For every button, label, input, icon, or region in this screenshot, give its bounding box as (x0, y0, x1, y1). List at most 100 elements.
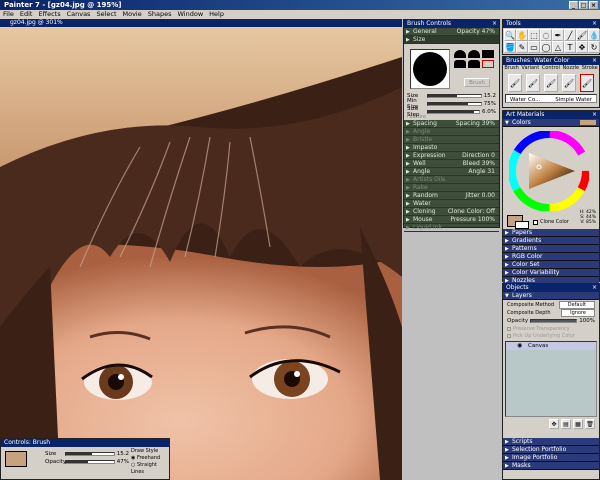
dab-shape-button[interactable] (454, 50, 466, 58)
section-scripts[interactable]: Scripts (503, 438, 599, 446)
bucket-icon[interactable]: 🪣 (504, 41, 516, 53)
layer-adjust-icon[interactable]: ✥ (576, 41, 588, 53)
section-papers[interactable]: Papers (503, 229, 599, 237)
pick-up-checkbox[interactable] (507, 333, 511, 338)
preserve-checkbox[interactable] (507, 326, 511, 331)
close-icon[interactable]: × (492, 20, 497, 28)
section-liquid-ink[interactable]: Liquid Ink (404, 224, 499, 232)
dab-shape-button[interactable] (468, 60, 480, 68)
section-water[interactable]: Water (404, 200, 499, 208)
brush-category[interactable]: Water Co... (510, 97, 540, 103)
tab-stroke[interactable]: Stroke (582, 65, 598, 72)
section-gradients[interactable]: Gradients (503, 237, 599, 245)
close-icon[interactable]: × (592, 57, 597, 65)
close-icon[interactable]: × (592, 20, 597, 28)
layer-row-canvas[interactable]: ◉ Canvas (506, 342, 596, 350)
brush-icon[interactable]: 🖌 (562, 74, 576, 92)
shape-icon[interactable]: △ (552, 41, 564, 53)
tab-variant[interactable]: Variant (521, 65, 539, 72)
oval-select-icon[interactable]: ◯ (540, 41, 552, 53)
min-size-track[interactable] (427, 102, 482, 106)
section-image-portfolio[interactable]: Image Portfolio (503, 454, 599, 462)
section-cloning[interactable]: Cloning Clone Color: Off (404, 208, 499, 216)
section-mouse[interactable]: Mouse Pressure 100% (404, 216, 499, 224)
size-step-track[interactable] (427, 110, 481, 114)
section-spacing[interactable]: Spacing Spacing 39% (404, 120, 499, 128)
section-layers[interactable]: Layers (503, 292, 599, 300)
freehand-option[interactable]: ◉ Freehand (131, 455, 169, 462)
section-masks[interactable]: Masks (503, 462, 599, 470)
menu-canvas[interactable]: Canvas (67, 10, 91, 19)
rect-select-icon[interactable]: ▭ (528, 41, 540, 53)
menu-select[interactable]: Select (96, 10, 116, 19)
brush-icon[interactable]: 🖌 (576, 29, 588, 41)
section-expression[interactable]: Expression Direction 0 (404, 152, 499, 160)
tab-control[interactable]: Control (542, 65, 560, 72)
dab-shape-button[interactable] (482, 60, 494, 68)
menu-edit[interactable]: Edit (20, 10, 33, 19)
section-impasto[interactable]: Impasto (404, 144, 499, 152)
menu-window[interactable]: Window (178, 10, 204, 19)
eraser-icon[interactable]: ✎ (516, 41, 528, 53)
controls-size-track[interactable] (65, 452, 115, 456)
hand-icon[interactable]: ✋ (516, 29, 528, 41)
section-well[interactable]: Well Bleed 39% (404, 160, 499, 168)
section-angle[interactable]: Angle (404, 128, 499, 136)
section-rake[interactable]: Rake (404, 184, 499, 192)
section-selection-portfolio[interactable]: Selection Portfolio (503, 446, 599, 454)
controls-size-slider[interactable]: Size 15.2 (45, 450, 129, 458)
menu-effects[interactable]: Effects (38, 10, 60, 19)
dynamic-layer-icon[interactable]: ▦ (573, 419, 583, 429)
eye-icon[interactable]: ◉ (517, 342, 522, 350)
controls-opacity-slider[interactable]: Opacity 47% (45, 458, 129, 466)
menu-shapes[interactable]: Shapes (148, 10, 172, 19)
clone-color-checkbox[interactable] (533, 219, 538, 225)
trash-icon[interactable]: 🗑 (585, 419, 595, 429)
dab-shape-button[interactable] (468, 50, 480, 58)
section-random[interactable]: Random Jitter 0.00 (404, 192, 499, 200)
close-icon[interactable]: × (592, 111, 597, 119)
menu-file[interactable]: File (3, 10, 14, 19)
menu-help[interactable]: Help (209, 10, 224, 19)
lasso-icon[interactable]: ◌ (540, 29, 552, 41)
tab-nozzle[interactable]: Nozzle (563, 65, 580, 72)
section-rgb-color[interactable]: RGB Color (503, 253, 599, 261)
controls-primary-color[interactable] (5, 451, 27, 467)
straight-lines-option[interactable]: ○ Straight Lines (131, 462, 169, 476)
brush-icon[interactable]: 🖌 (526, 74, 540, 92)
brush-icon[interactable]: 🖌 (508, 74, 522, 92)
rotate-icon[interactable]: ↻ (588, 41, 600, 53)
close-button[interactable]: × (589, 1, 598, 9)
tab-brush[interactable]: Brush (504, 65, 518, 72)
crop-icon[interactable]: ⬚ (528, 29, 540, 41)
brush-button[interactable]: Brush (464, 78, 490, 87)
composite-depth-select[interactable]: Ignore (561, 309, 595, 317)
text-icon[interactable]: T (564, 41, 576, 53)
size-step-slider[interactable]: Size Step 6.0% (404, 106, 499, 118)
brush-icon[interactable]: 🖌 (544, 74, 558, 92)
maximize-button[interactable]: □ (579, 1, 588, 9)
new-layer-icon[interactable]: ▤ (561, 419, 571, 429)
close-icon[interactable]: × (592, 284, 597, 292)
section-color-variability[interactable]: Color Variability (503, 269, 599, 277)
layer-opacity-track[interactable] (530, 319, 578, 323)
dab-shape-button[interactable] (454, 60, 466, 68)
section-color-set[interactable]: Color Set (503, 261, 599, 269)
dropper-icon[interactable]: 💧 (588, 29, 600, 41)
dab-shape-button[interactable] (482, 50, 494, 58)
section-general[interactable]: General Opacity 47% (404, 28, 499, 36)
section-bristle[interactable]: Bristle (404, 136, 499, 144)
brush-icon[interactable]: 🖌 (580, 74, 594, 92)
secondary-color-swatch[interactable] (515, 221, 529, 229)
line-icon[interactable]: ╱ (564, 29, 576, 41)
brush-variant[interactable]: Simple Water (555, 97, 592, 103)
minimize-button[interactable]: _ (569, 1, 578, 9)
size-track[interactable] (427, 94, 482, 98)
section-artists-oils[interactable]: Artists Oils (404, 176, 499, 184)
section-patterns[interactable]: Patterns (503, 245, 599, 253)
menu-movie[interactable]: Movie (123, 10, 142, 19)
composite-method-select[interactable]: Default (558, 301, 595, 309)
controls-opacity-track[interactable] (65, 460, 115, 464)
section-angle[interactable]: Angle Angle 31 (404, 168, 499, 176)
layer-adjust-icon[interactable]: ✥ (549, 419, 559, 429)
